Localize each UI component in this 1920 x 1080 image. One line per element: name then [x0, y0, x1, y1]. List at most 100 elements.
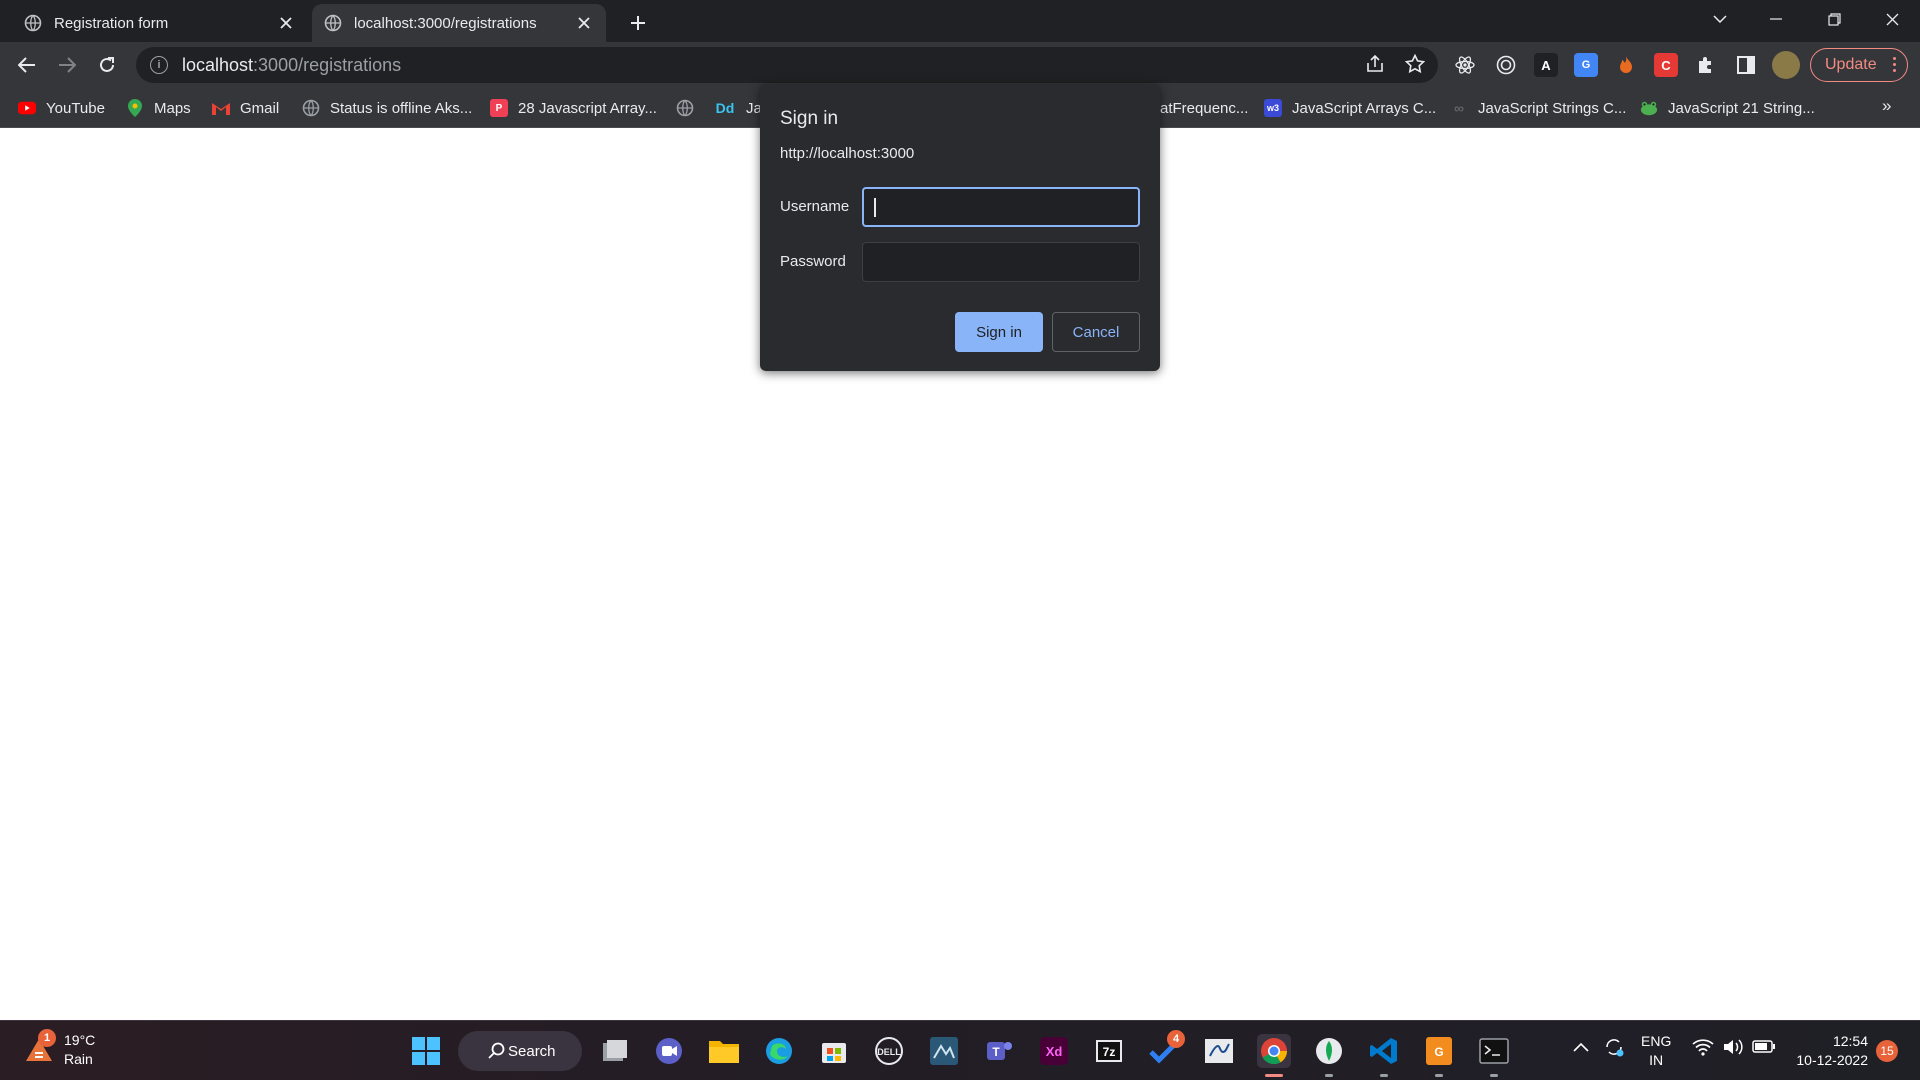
input-language[interactable]: ENG IN [1641, 1032, 1671, 1070]
clock-time: 12:54 [1832, 1033, 1868, 1049]
address-path: :3000/registrations [253, 54, 402, 75]
taskbar-search[interactable]: Search [458, 1031, 582, 1071]
task-view-button[interactable] [598, 1034, 632, 1068]
edge-icon [766, 1038, 792, 1064]
bookmark-globe[interactable] [676, 96, 704, 120]
bookmark-javascript-arrays[interactable]: w3 JavaScript Arrays C... [1264, 96, 1436, 120]
mysql-workbench-button[interactable] [927, 1034, 961, 1068]
w3-icon: w3 [1264, 99, 1282, 117]
microsoft-store-button[interactable] [817, 1034, 851, 1068]
workbench-icon [930, 1037, 958, 1065]
new-tab-button[interactable] [624, 9, 652, 37]
avatar[interactable] [1772, 51, 1800, 79]
target-extension[interactable] [1494, 53, 1518, 77]
back-button[interactable] [11, 49, 43, 81]
bookmark-javascript-strings[interactable]: ∞ JavaScript Strings C... [1450, 96, 1626, 120]
start-button[interactable] [409, 1034, 443, 1068]
bookmark-label: atFrequenc... [1160, 99, 1249, 117]
bookmark-28-javascript-array[interactable]: P 28 Javascript Array... [490, 96, 657, 120]
info-icon[interactable]: i [150, 56, 168, 74]
close-icon [578, 17, 590, 29]
tab-search-button[interactable] [1692, 0, 1748, 38]
font-extension-icon[interactable]: A [1534, 53, 1558, 77]
side-panel-button[interactable] [1734, 53, 1758, 77]
tab-registrations[interactable]: localhost:3000/registrations [312, 4, 606, 42]
bookmark-ja[interactable]: Dd Ja [714, 96, 762, 120]
puzzle-icon [1699, 57, 1711, 73]
update-button[interactable]: Update [1810, 48, 1908, 82]
dell-icon: DELL [875, 1037, 903, 1065]
close-window-button[interactable] [1864, 0, 1920, 38]
sync-icon [1606, 1039, 1624, 1057]
volume-tray-icon[interactable] [1722, 1038, 1744, 1060]
tab-strip: Registration form localhost:3000/registr… [0, 0, 1920, 42]
bookmark-javascript-21-string[interactable]: JavaScript 21 String... [1640, 96, 1815, 120]
reload-button[interactable] [91, 49, 123, 81]
active-indicator [1265, 1074, 1283, 1077]
taskbar: 1 19°C Rain Search DELL T Xd 7z 4 G ENG … [0, 1020, 1920, 1080]
adobe-xd-button[interactable]: Xd [1037, 1034, 1071, 1068]
bookmark-atfrequenc[interactable]: atFrequenc... [1160, 96, 1248, 120]
weather-condition: Rain [64, 1051, 93, 1067]
weather-icon: 1 [22, 1029, 56, 1067]
notification-count-badge[interactable]: 15 [1876, 1040, 1898, 1062]
pdf-editor-button[interactable]: G [1422, 1034, 1456, 1068]
teams-chat-button[interactable] [652, 1034, 686, 1068]
clipper-extension-icon[interactable]: C [1654, 53, 1678, 77]
more-bookmarks-button[interactable]: » [1882, 96, 1891, 116]
bookmark-maps[interactable]: Maps [126, 96, 191, 120]
clock-date: 10-12-2022 [1796, 1052, 1868, 1068]
cancel-button[interactable]: Cancel [1052, 312, 1140, 352]
teams-icon: T [987, 1042, 1012, 1060]
restore-button[interactable] [1806, 0, 1862, 38]
close-tab-button[interactable] [574, 13, 594, 33]
sync-tray-icon[interactable] [1603, 1036, 1625, 1062]
minimize-button[interactable] [1748, 0, 1804, 38]
bookmark-star-button[interactable] [1402, 51, 1428, 77]
taskbar-clock[interactable]: 12:54 10-12-2022 [1790, 1032, 1868, 1070]
translate-extension-icon[interactable]: G [1574, 53, 1598, 77]
compass-icon [1205, 1039, 1233, 1063]
bookmark-status-offline[interactable]: Status is offline Aks... [302, 96, 472, 120]
close-tab-button[interactable] [276, 13, 296, 33]
sign-in-button[interactable]: Sign in [955, 312, 1043, 352]
password-field[interactable] [862, 242, 1140, 282]
side-panel-icon [1737, 56, 1755, 74]
browser-toolbar: i localhost:3000/registrations A G C Upd… [0, 42, 1920, 88]
wifi-tray-icon[interactable] [1692, 1038, 1714, 1060]
battery-tray-icon[interactable] [1752, 1038, 1776, 1058]
mongodb-compass-button[interactable] [1202, 1034, 1236, 1068]
kebab-menu-icon [1893, 57, 1897, 75]
weather-widget[interactable]: 1 19°C Rain [22, 1029, 95, 1069]
extensions-button[interactable] [1694, 53, 1718, 77]
teams-button[interactable]: T [982, 1034, 1016, 1068]
show-hidden-icons-button[interactable] [1573, 1039, 1589, 1056]
7zip-button[interactable]: 7z [1092, 1034, 1126, 1068]
share-button[interactable] [1362, 51, 1388, 77]
username-field[interactable] [862, 187, 1140, 227]
text-caret [874, 198, 876, 217]
forward-button[interactable] [51, 49, 83, 81]
running-indicator [1325, 1074, 1333, 1077]
folder-icon [709, 1041, 739, 1063]
bookmark-label: Status is offline Aks... [330, 99, 473, 117]
minimize-icon [1770, 18, 1782, 20]
dell-button[interactable]: DELL [872, 1034, 906, 1068]
react-devtools-extension[interactable] [1453, 53, 1477, 77]
tab-registration-form[interactable]: Registration form [12, 4, 308, 42]
bookmark-gmail[interactable]: Gmail [212, 96, 279, 120]
video-chat-icon [656, 1038, 682, 1064]
fire-extension[interactable] [1614, 53, 1638, 77]
mongodb-button[interactable] [1312, 1034, 1346, 1068]
address-bar[interactable]: i localhost:3000/registrations [136, 47, 1438, 83]
close-icon [280, 17, 292, 29]
bookmark-youtube[interactable]: YouTube [18, 96, 105, 120]
file-explorer-button[interactable] [707, 1034, 741, 1068]
battery-icon [1752, 1040, 1775, 1053]
chrome-button[interactable] [1257, 1034, 1291, 1068]
terminal-button[interactable] [1477, 1034, 1511, 1068]
vscode-button[interactable] [1367, 1034, 1401, 1068]
todo-button[interactable]: 4 [1147, 1030, 1185, 1068]
edge-button[interactable] [762, 1034, 796, 1068]
lang-code: ENG [1641, 1033, 1672, 1049]
